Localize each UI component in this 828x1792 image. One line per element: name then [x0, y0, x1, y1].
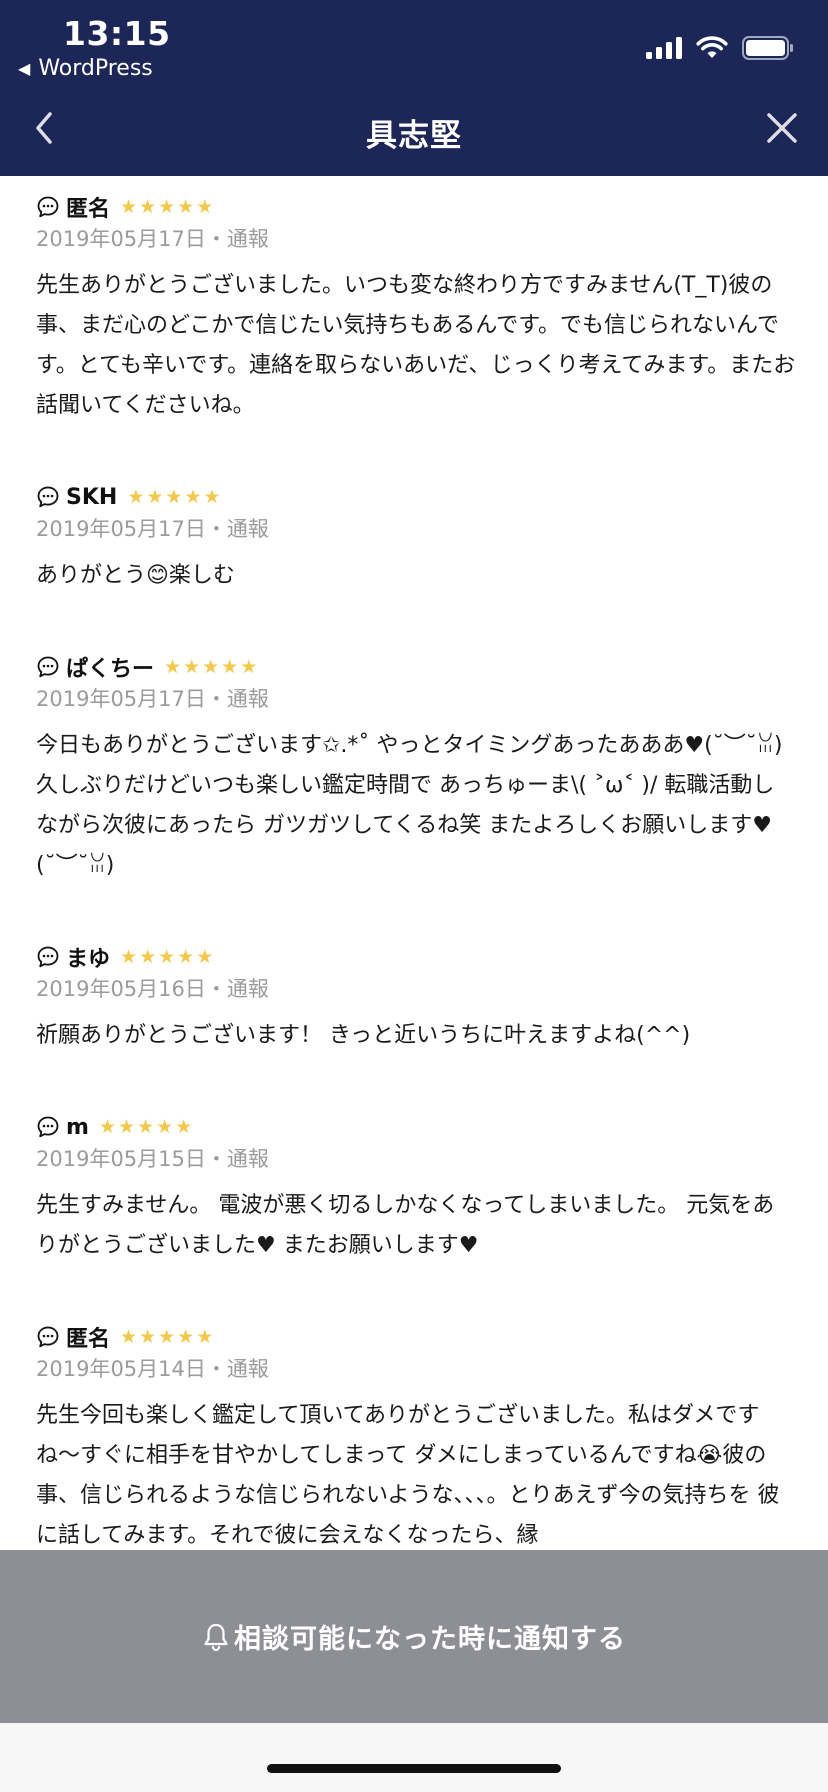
- star-icon: ★: [139, 1325, 157, 1348]
- review-header: 匿名 ★ ★ ★ ★ ★: [36, 1320, 796, 1354]
- status-icons: [646, 36, 794, 60]
- star-icon: ★: [120, 945, 138, 968]
- status-back-to-app[interactable]: ◀ WordPress: [18, 56, 153, 81]
- review-body: 祈願ありがとうございます！ きっと近いうちに叶えますよね(^^): [36, 1023, 691, 1048]
- star-icon: ★: [158, 945, 176, 968]
- review-header: 匿名 ★ ★ ★ ★ ★: [36, 190, 796, 224]
- back-triangle-icon: ◀: [18, 59, 31, 78]
- star-icon: ★: [146, 485, 164, 508]
- bell-icon: [204, 1623, 228, 1651]
- battery-icon: [742, 36, 793, 60]
- star-icon: ★: [175, 1115, 193, 1138]
- star-rating: ★ ★ ★ ★ ★: [127, 485, 221, 508]
- signal-icon: [646, 37, 682, 59]
- review-item: SKH ★ ★ ★ ★ ★ 2019年05月17日・通報 ありがとう😊楽しむ: [36, 480, 796, 596]
- review-item: m ★ ★ ★ ★ ★ 2019年05月15日・通報 先生すみません。 電波が悪く切るし…: [36, 1110, 796, 1266]
- star-icon: ★: [158, 195, 176, 218]
- review-meta[interactable]: 2019年05月17日・通報: [36, 514, 796, 544]
- notify-when-available-button[interactable]: 相談可能になった時に通知する: [0, 1550, 828, 1723]
- star-icon: ★: [158, 1325, 176, 1348]
- star-icon: ★: [240, 655, 258, 678]
- star-icon: ★: [164, 655, 182, 678]
- review-body: 先生ありがとうございました。いつも変な終わり方ですみません(T_T)彼の事、まだ…: [36, 273, 796, 418]
- reviewer-name: SKH: [66, 484, 118, 510]
- star-icon: ★: [203, 485, 221, 508]
- bottom-safe-area: [0, 1723, 828, 1792]
- star-icon: ★: [177, 195, 195, 218]
- star-icon: ★: [139, 195, 157, 218]
- chat-bubble-icon: [37, 1326, 59, 1348]
- close-icon[interactable]: [764, 110, 800, 146]
- star-rating: ★ ★ ★ ★ ★: [120, 195, 214, 218]
- star-rating: ★ ★ ★ ★ ★: [98, 1115, 193, 1138]
- header: 13:15 ◀ WordPress 具志堅: [0, 0, 828, 176]
- review-header: ぱくちー ★ ★ ★ ★ ★: [36, 650, 796, 684]
- star-icon: ★: [221, 655, 239, 678]
- review-item: まゆ ★ ★ ★ ★ ★ 2019年05月16日・通報 祈願ありがとうございます！ きっ…: [36, 940, 796, 1056]
- star-icon: ★: [165, 485, 183, 508]
- review-meta[interactable]: 2019年05月15日・通報: [36, 1144, 796, 1174]
- reviewer-name: まゆ: [66, 947, 111, 972]
- review-meta[interactable]: 2019年05月17日・通報: [36, 684, 796, 714]
- chat-bubble-icon: [37, 486, 59, 508]
- review-header: SKH ★ ★ ★ ★ ★: [36, 480, 796, 514]
- reviewer-name: m: [66, 1114, 89, 1140]
- star-icon: ★: [120, 1325, 138, 1348]
- star-icon: ★: [183, 655, 201, 678]
- review-body: ありがとう😊楽しむ: [36, 563, 235, 588]
- star-icon: ★: [202, 655, 220, 678]
- reviewer-name: 匿名: [66, 1327, 111, 1352]
- star-icon: ★: [177, 945, 195, 968]
- review-header: まゆ ★ ★ ★ ★ ★: [36, 940, 796, 974]
- review-body: 今日もありがとうございます✩.*˚ やっとタイミングあったあああ♥(˘︶˘ꈍ) …: [36, 733, 783, 878]
- page-title: 具志堅: [366, 118, 462, 154]
- star-rating: ★ ★ ★ ★ ★: [164, 655, 258, 678]
- review-item: 匿名 ★ ★ ★ ★ ★ 2019年05月14日・通報 先生今回も楽しく鑑定して頂いてあ…: [36, 1320, 796, 1550]
- star-icon: ★: [139, 945, 157, 968]
- review-body: 先生今回も楽しく鑑定して頂いてありがとうございました。私はダメですね〜すぐに相手…: [36, 1403, 780, 1548]
- notify-button-label: 相談可能になった時に通知する: [234, 1624, 626, 1655]
- star-icon: ★: [196, 945, 214, 968]
- review-header: m ★ ★ ★ ★ ★: [36, 1110, 796, 1144]
- star-icon: ★: [117, 1115, 136, 1138]
- home-indicator[interactable]: [267, 1764, 561, 1773]
- star-rating: ★ ★ ★ ★ ★: [120, 1325, 214, 1348]
- chat-bubble-icon: [37, 656, 59, 678]
- review-item: 匿名 ★ ★ ★ ★ ★ 2019年05月17日・通報 先生ありがとうございました。いつ…: [36, 190, 796, 426]
- star-icon: ★: [156, 1115, 174, 1138]
- review-item: ぱくちー ★ ★ ★ ★ ★ 2019年05月17日・通報 今日もありがとうございます✩…: [36, 650, 796, 886]
- star-icon: ★: [137, 1115, 155, 1138]
- review-meta[interactable]: 2019年05月16日・通報: [36, 974, 796, 1004]
- review-meta[interactable]: 2019年05月17日・通報: [36, 224, 796, 254]
- chat-bubble-icon: [37, 946, 59, 968]
- review-list: 匿名 ★ ★ ★ ★ ★ 2019年05月17日・通報 先生ありがとうございました。いつ…: [0, 176, 828, 1550]
- review-meta[interactable]: 2019年05月14日・通報: [36, 1354, 796, 1384]
- review-body: 先生すみません。 電波が悪く切るしかなくなってしまいました。 元気をありがとうご…: [36, 1193, 775, 1258]
- star-icon: ★: [98, 1115, 116, 1138]
- chat-bubble-icon: [37, 196, 59, 218]
- chat-bubble-icon: [37, 1116, 59, 1138]
- star-icon: ★: [127, 485, 145, 508]
- star-icon: ★: [184, 485, 202, 508]
- status-back-label: WordPress: [38, 56, 153, 81]
- star-icon: ★: [196, 195, 214, 218]
- star-icon: ★: [177, 1325, 195, 1348]
- star-icon: ★: [120, 195, 138, 218]
- wifi-icon: [696, 36, 728, 58]
- reviewer-name: 匿名: [66, 197, 111, 222]
- reviewer-name: ぱくちー: [66, 657, 155, 682]
- star-icon: ★: [196, 1325, 214, 1348]
- status-time: 13:15: [63, 14, 171, 53]
- star-rating: ★ ★ ★ ★ ★: [120, 945, 214, 968]
